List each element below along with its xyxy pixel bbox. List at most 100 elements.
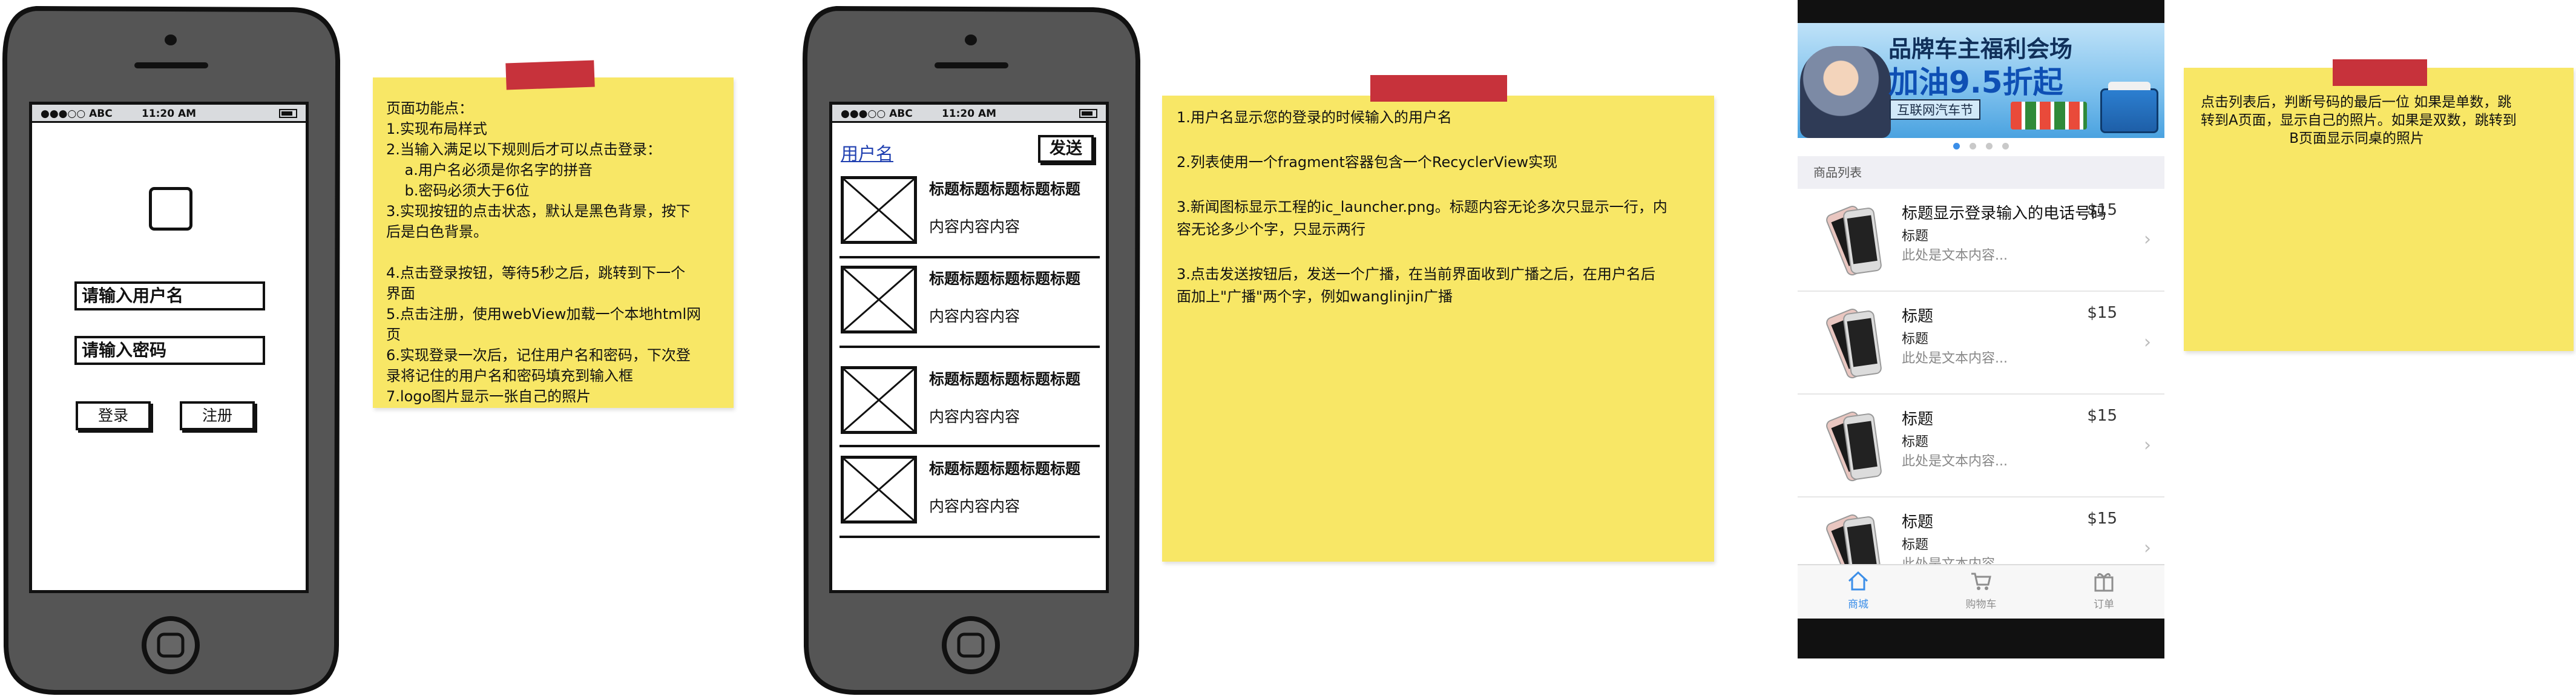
carousel-dot[interactable] [1970,143,1976,149]
list-divider [840,445,1100,447]
send-button[interactable]: 发送 [1038,135,1094,163]
gift-icon [2094,573,2114,592]
note-line: 7.logo图片显示一张自己的照片 [386,388,591,405]
promo-banner[interactable]: 品牌车主福利会场 加油9.5折起 互联网汽车节 [1798,23,2164,138]
product-price: $15 [2087,407,2117,425]
carousel-dot[interactable] [1953,143,1960,149]
note-tape [505,60,595,90]
product-subtitle: 标题 [1902,229,1929,244]
bottom-bar [1798,619,2164,658]
cart-icon [1971,573,1991,590]
list-divider [840,536,1100,538]
chevron-right-icon: › [2144,537,2151,559]
product-subtitle: 标题 [1902,435,1929,450]
top-status-bar [1798,0,2164,23]
item-title: 标题标题标题标题标题 [929,180,1081,198]
battery-icon [1079,109,1097,118]
item-title: 标题标题标题标题标题 [929,460,1081,478]
news-icon [841,176,917,244]
note-line: 3.实现按钮的点击状态，默认是黑色背景，按下 [386,203,691,220]
product-title: 标题 [1902,410,1934,428]
tab-cart[interactable]: 购物车 [1945,569,2017,611]
product-title: 标题显示登录输入的电话号码 [1902,205,2107,223]
note-line: a.用户名必须是你名字的拼音 [386,162,593,179]
product-price: $15 [2087,201,2117,219]
note-text: 1.用户名显示您的登录的时候输入的用户名 2.列表使用一个fragment容器包… [1177,107,1668,308]
note-line: B页面显示同桌的照片 [2201,131,2424,146]
status-bar: ●●●○○ ABC 11:20 AM [832,105,1106,123]
note-line: 面加上"广播"两个字，例如wanglinjin广播 [1177,288,1453,305]
note-line [1177,129,1668,151]
note-line: 2.列表使用一个fragment容器包含一个RecyclerView实现 [1177,154,1558,171]
note-line: 3.点击发送按钮后，发送一个广播，在当前界面收到广播之后，在用户名后 [1177,266,1655,283]
tab-orders[interactable]: 订单 [2068,569,2140,611]
tab-label: 订单 [2094,599,2114,611]
login-screen: ●●●○○ ABC 11:20 AM 请输入用户名 请输入密码 登录 注册 [29,102,309,593]
item-body: 内容内容内容 [929,408,1020,425]
note-line: 后是白色背景。 [386,223,488,240]
list-screen: ●●●○○ ABC 11:20 AM 用户名 发送 标题标题标题标题标题 内容内… [829,102,1109,593]
product-row[interactable]: 标题 $15 标题 此处是文本内容... › [1798,292,2164,395]
product-price: $15 [2087,510,2117,528]
username-input[interactable]: 请输入用户名 [74,281,265,310]
item-title: 标题标题标题标题标题 [929,370,1081,388]
password-input[interactable]: 请输入密码 [74,336,265,365]
logo-image [149,187,192,231]
chevron-right-icon: › [2144,229,2151,250]
product-title: 标题 [1902,307,1934,326]
product-description: 此处是文本内容... [1902,454,2008,469]
note-line: 6.实现登录一次后，记住用户名和密码，下次登 [386,347,691,364]
home-icon [1848,571,1868,591]
product-description: 此处是文本内容... [1902,351,2008,366]
note-line: b.密码必须大于6位 [386,182,530,199]
product-row[interactable]: 标题 $15 标题 此处是文本内容... › [1798,395,2164,497]
sticky-note-click-logic: 点击列表后，判断号码的最后一位 如果是单数，跳 转到A页面，显示自己的照片。如果是… [2184,59,2574,351]
note-line: 转到A页面，显示自己的照片。如果是双数，跳转到 [2201,113,2517,128]
list-divider [840,346,1100,348]
note-line: 4.点击登录按钮，等待5秒之后，跳转到下一个 [386,264,686,281]
list-phone-mockup: ●●●○○ ABC 11:20 AM 用户名 发送 标题标题标题标题标题 内容内… [800,5,1142,696]
item-title: 标题标题标题标题标题 [929,270,1081,287]
note-line: 5.点击注册，使用webView加载一个本地html网 [386,306,702,323]
note-line: 页面功能点： [386,100,473,117]
product-title: 标题 [1902,513,1934,531]
register-button[interactable]: 注册 [180,401,255,430]
carousel-dot[interactable] [1986,143,1993,149]
shop-app-screen: 品牌车主福利会场 加油9.5折起 互联网汽车节 商品列表 标题显示登录输入的电话… [1798,0,2164,658]
chevron-right-icon: › [2144,332,2151,353]
news-icon [841,366,917,434]
note-text: 页面功能点： 1.实现布局样式 2.当输入满足以下规则后才可以点击登录： a.用户名… [386,98,701,407]
username-link[interactable]: 用户名 [841,140,893,165]
battery-icon [279,109,297,118]
note-line: 容无论多少个字，只显示两行 [1177,221,1365,238]
item-body: 内容内容内容 [929,307,1020,325]
status-bar: ●●●○○ ABC 11:20 AM [32,105,306,123]
status-time: 11:20 AM [941,108,997,120]
status-time: 11:20 AM [141,108,197,120]
banner-tag: 互联网汽车节 [1890,99,1980,120]
banner-cooler-image [2100,82,2158,133]
note-tape [1370,75,1507,102]
note-line: 3.新闻图标显示工程的ic_launcher.png。标题内容无论多次只显示一行… [1177,199,1668,215]
list-divider [840,256,1100,258]
tab-label: 购物车 [1965,599,1997,611]
note-text: 点击列表后，判断号码的最后一位 如果是单数，跳 转到A页面，显示自己的照片。如果是… [2201,93,2517,148]
banner-headline: 加油9.5折起 [1888,65,2063,100]
product-subtitle: 标题 [1902,332,1929,347]
note-line [1177,241,1668,263]
login-button[interactable]: 登录 [76,401,151,430]
note-line: 2.当输入满足以下规则后才可以点击登录： [386,141,662,158]
carousel-dot[interactable] [2002,143,2009,149]
chevron-right-icon: › [2144,435,2151,456]
tab-shop[interactable]: 商城 [1822,569,1894,611]
banner-child-seat-image [1800,46,1891,138]
tab-label: 商城 [1848,599,1868,611]
product-description: 此处是文本内容... [1902,248,2008,263]
phone-product-image [1826,308,1882,379]
phone-product-image [1826,205,1882,276]
note-line: 界面 [386,285,415,302]
product-row[interactable]: 标题显示登录输入的电话号码 $15 标题 此处是文本内容... › [1798,189,2164,292]
carousel-indicator[interactable] [1798,140,2164,153]
sticky-note-list-requirements: 1.用户名显示您的登录的时候输入的用户名 2.列表使用一个fragment容器包… [1162,75,1714,562]
news-icon [841,456,917,524]
